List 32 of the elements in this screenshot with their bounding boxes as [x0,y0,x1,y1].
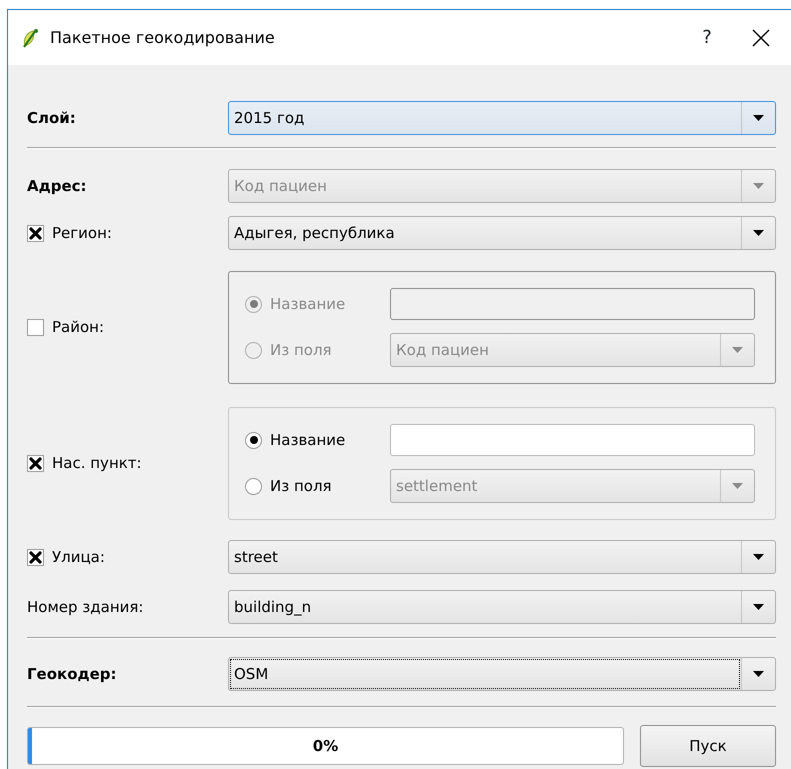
checkbox[interactable] [27,548,44,566]
caret-icon [753,183,764,189]
checkbox[interactable] [27,455,44,472]
window-title: Пакетное геокодирование [50,26,276,48]
caret-icon [753,554,764,560]
dropdown[interactable]: OSM [228,657,776,691]
caret-icon [753,230,764,236]
progress-text: 0% [312,736,338,757]
radio-option[interactable]: Название [245,428,390,452]
dropdown[interactable]: building_n [228,590,776,624]
radio-option[interactable]: Из поля [245,474,390,498]
field-label: Геокодер: [27,664,117,685]
field-label: Номер здания: [27,596,144,618]
field-label: Адрес: [27,176,87,197]
text-field[interactable] [390,424,755,456]
close-icon [752,28,770,46]
dropdown[interactable]: Адыгея, республика [228,216,776,250]
caret-icon [753,671,764,677]
checkbox[interactable] [27,224,44,242]
field-label: Район: [52,317,104,338]
caret-icon [753,604,764,610]
caret-icon [732,347,743,353]
dropdown[interactable]: 2015 год [228,101,776,135]
field-label: Нас. пункт: [52,453,142,474]
field-label: Слой: [27,108,76,129]
run-button[interactable]: Пуск [640,725,776,767]
caret-icon [753,115,764,121]
caret-icon [732,483,743,489]
field-label: Регион: [52,222,112,244]
dropdown[interactable]: street [228,540,776,574]
field-label: Улица: [52,546,105,568]
help-button[interactable]: ? [683,24,731,51]
